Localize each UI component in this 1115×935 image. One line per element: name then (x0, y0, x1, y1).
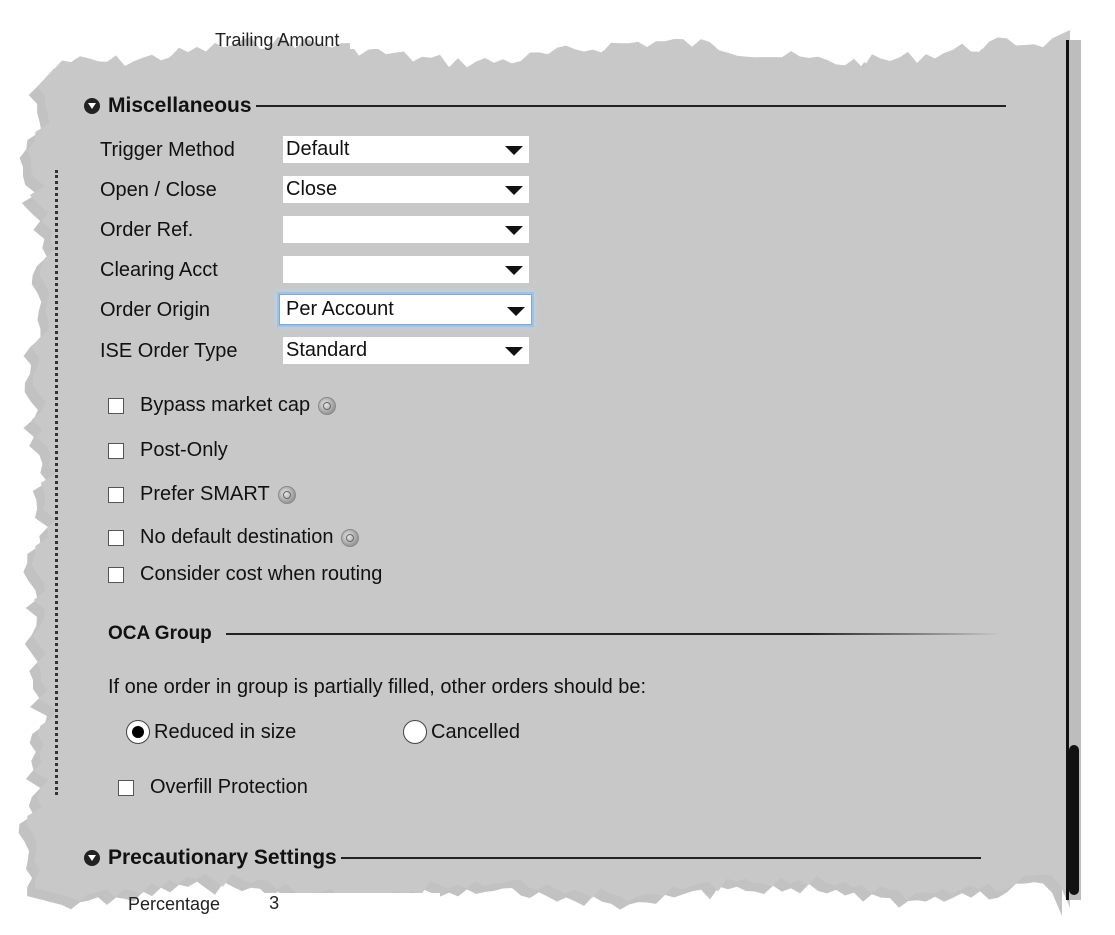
help-icon[interactable] (341, 528, 360, 547)
prefer-smart-label: Prefer SMART (140, 483, 270, 505)
bypass-market-cap-label: Bypass market cap (140, 394, 311, 416)
post-only-checkbox[interactable] (108, 442, 124, 459)
percentage-label: Percentage (128, 893, 221, 914)
order-ref-dropdown[interactable] (283, 216, 529, 243)
reduced-in-size-label: Reduced in size (154, 720, 297, 743)
bypass-market-cap-option[interactable]: Bypass market cap (108, 394, 337, 417)
help-icon[interactable] (277, 485, 296, 504)
bypass-market-cap-checkbox[interactable] (108, 397, 124, 414)
overfill-protection-label: Overfill Protection (150, 776, 308, 798)
post-only-label: Post-Only (140, 439, 228, 461)
dropdown-arrow-icon[interactable] (505, 266, 523, 275)
consider-cost-checkbox[interactable] (108, 566, 124, 583)
open-close-dropdown[interactable]: Close (283, 176, 529, 203)
clipped-trailing-amount-row: Trailing Amount (215, 30, 411, 51)
dropdown-value: Per Account (286, 298, 394, 320)
percentage-input[interactable]: 3 (265, 893, 441, 917)
no-default-destination-option[interactable]: No default destination (108, 526, 360, 549)
dropdown-value: Close (286, 178, 338, 200)
dropdown-arrow-icon[interactable] (507, 307, 525, 316)
ise-order-type-dropdown[interactable]: Standard (283, 337, 529, 364)
order-origin-label: Order Origin (100, 299, 211, 321)
post-only-option[interactable]: Post-Only (108, 439, 228, 462)
scrollbar-thumb[interactable] (1069, 745, 1079, 895)
no-default-destination-checkbox[interactable] (108, 529, 124, 546)
section-header-miscellaneous[interactable]: Miscellaneous (84, 94, 1006, 118)
section-title-precautionary: Precautionary Settings (108, 846, 337, 869)
clipped-field-label: Trailing Amount (215, 30, 340, 50)
no-default-destination-label: No default destination (140, 526, 334, 548)
dotted-edge-divider (55, 170, 58, 795)
clipped-field-input[interactable] (350, 33, 411, 50)
clipped-percentage-row: Percentage 3 (128, 893, 441, 917)
dropdown-arrow-icon[interactable] (505, 146, 523, 155)
clearing-acct-label: Clearing Acct (100, 259, 218, 281)
cancelled-radio[interactable] (403, 720, 427, 744)
cancelled-label: Cancelled (431, 720, 520, 743)
collapse-icon[interactable] (84, 98, 100, 114)
section-divider (255, 105, 1006, 107)
oca-group-description: If one order in group is partially fille… (108, 676, 647, 698)
consider-cost-label: Consider cost when routing (140, 563, 383, 585)
order-ref-label: Order Ref. (100, 219, 194, 241)
reduced-in-size-option[interactable]: Reduced in size (126, 720, 296, 744)
section-header-precautionary-settings[interactable]: Precautionary Settings (84, 846, 981, 870)
section-divider (340, 857, 981, 859)
dropdown-value: Default (286, 138, 350, 160)
oca-group-header: OCA Group (108, 623, 1001, 645)
dropdown-value: Standard (286, 339, 368, 361)
cancelled-option[interactable]: Cancelled (403, 720, 520, 744)
dropdown-arrow-icon[interactable] (505, 226, 523, 235)
oca-group-divider (225, 633, 1001, 635)
clearing-acct-dropdown[interactable] (283, 256, 529, 283)
overfill-protection-checkbox[interactable] (118, 779, 134, 796)
prefer-smart-option[interactable]: Prefer SMART (108, 483, 296, 506)
reduced-in-size-radio[interactable] (126, 720, 150, 744)
trigger-method-dropdown[interactable]: Default (283, 136, 529, 163)
overfill-protection-option[interactable]: Overfill Protection (118, 776, 308, 799)
ise-order-type-label: ISE Order Type (100, 340, 238, 362)
dropdown-arrow-icon[interactable] (505, 347, 523, 356)
order-origin-dropdown[interactable]: Per Account (279, 294, 532, 325)
order-settings-panel: Trailing Amount Miscellaneous Trigger Me… (0, 0, 1115, 935)
prefer-smart-checkbox[interactable] (108, 486, 124, 503)
section-title-miscellaneous: Miscellaneous (108, 94, 252, 117)
collapse-icon[interactable] (84, 850, 100, 866)
open-close-label: Open / Close (100, 179, 217, 201)
screenshot-stage: Trailing Amount Miscellaneous Trigger Me… (0, 0, 1115, 935)
consider-cost-option[interactable]: Consider cost when routing (108, 563, 382, 586)
dropdown-arrow-icon[interactable] (505, 186, 523, 195)
help-icon[interactable] (318, 396, 337, 415)
oca-group-title: OCA Group (108, 623, 212, 644)
trigger-method-label: Trigger Method (100, 139, 235, 161)
